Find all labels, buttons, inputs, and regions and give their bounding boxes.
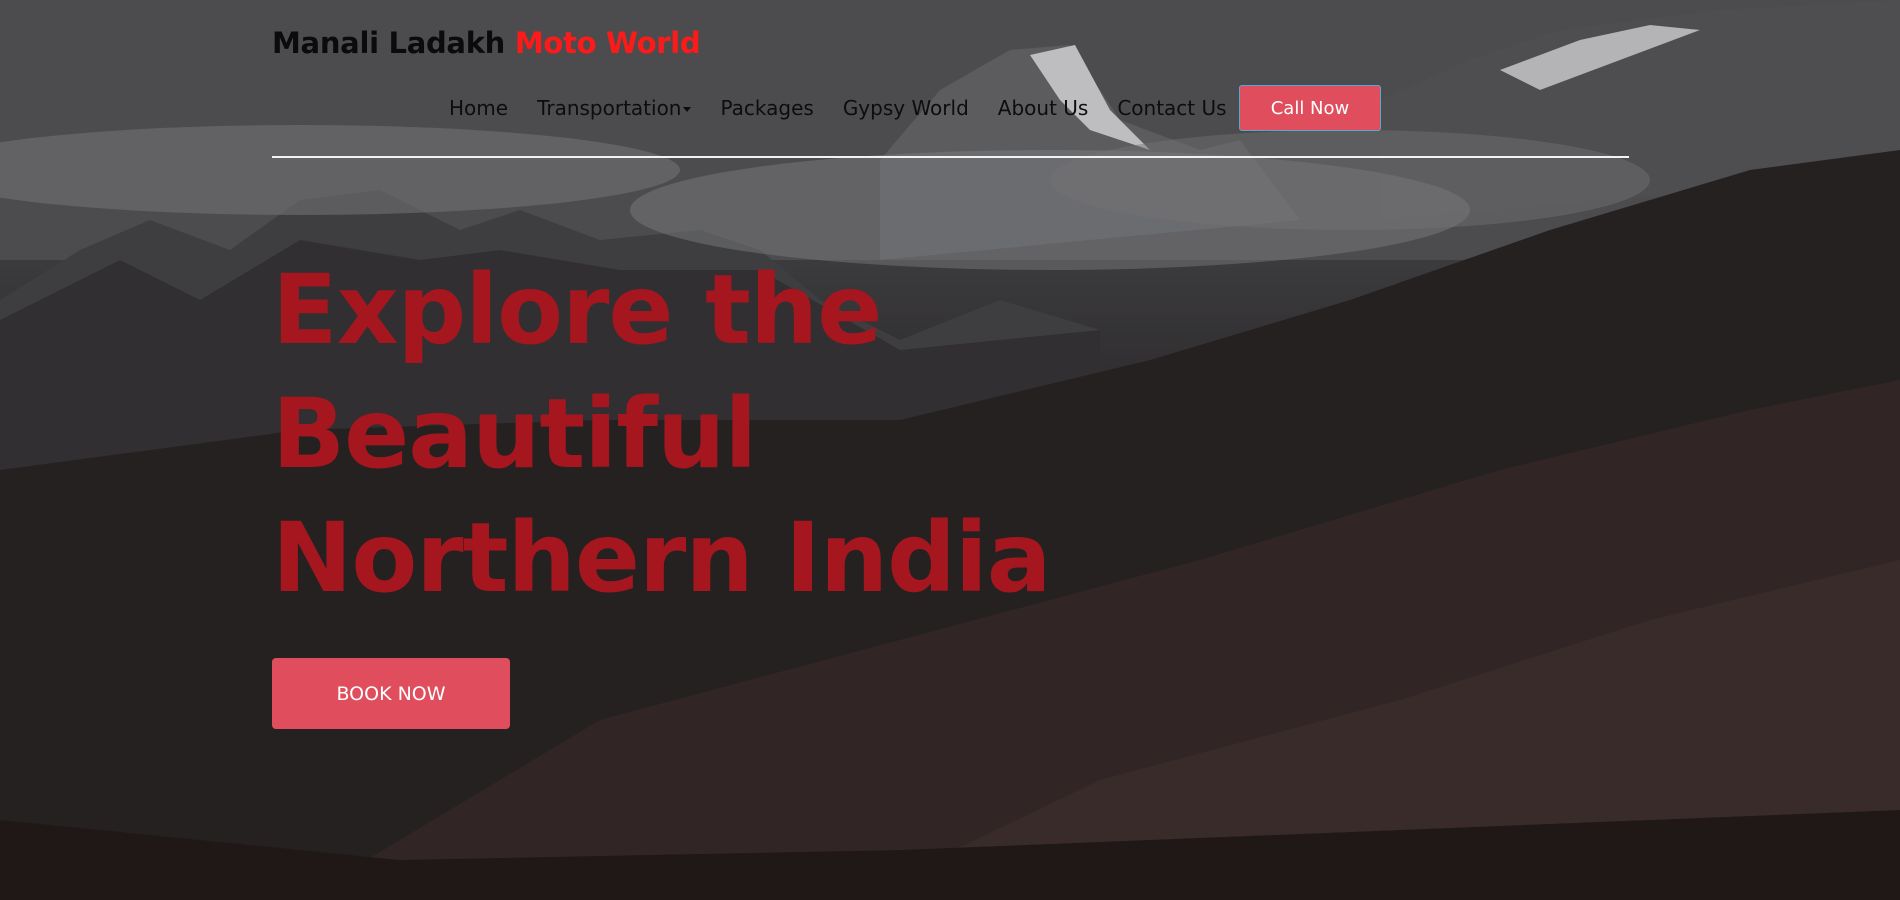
- nav-item-gypsy-world[interactable]: Gypsy World: [843, 96, 969, 120]
- caret-down-icon: [683, 107, 692, 112]
- nav-item-packages[interactable]: Packages: [720, 96, 813, 120]
- brand-name: Manali Ladakh: [272, 26, 506, 60]
- hero-headline-line: Explore the: [272, 254, 882, 366]
- nav-item-about-us[interactable]: About Us: [998, 96, 1089, 120]
- nav-item-home[interactable]: Home: [449, 96, 508, 120]
- hero-headline: Explore the Beautiful Northern India: [272, 248, 1052, 620]
- main-navigation: Home Transportation Packages Gypsy World…: [449, 96, 1256, 120]
- nav-item-transportation-label: Transportation: [537, 96, 682, 120]
- book-now-button[interactable]: BOOK NOW: [272, 658, 510, 729]
- nav-item-transportation[interactable]: Transportation: [537, 96, 692, 120]
- site-logo[interactable]: Manali Ladakh Moto World: [272, 26, 701, 60]
- hero-headline-line: Beautiful: [272, 378, 757, 490]
- call-now-button[interactable]: Call Now: [1239, 85, 1381, 131]
- brand-accent: Moto World: [514, 26, 701, 60]
- nav-item-contact-us[interactable]: Contact Us: [1117, 96, 1226, 120]
- header-divider: [272, 156, 1629, 158]
- hero-headline-line: Northern India: [272, 502, 1052, 614]
